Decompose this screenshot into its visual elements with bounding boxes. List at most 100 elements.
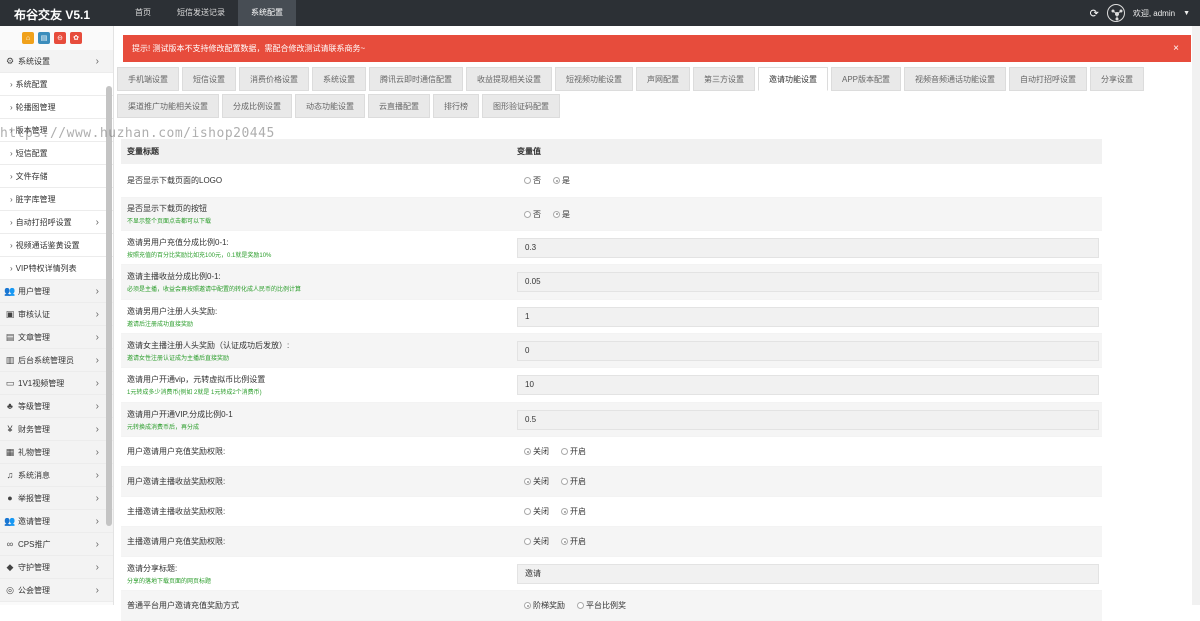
sidebar-item[interactable]: ▭ 1V1视频管理 ›: [0, 372, 113, 395]
radio-option[interactable]: 是: [553, 175, 570, 186]
tab[interactable]: 短信设置: [182, 67, 236, 91]
sidebar-item[interactable]: 系统配置: [0, 73, 113, 96]
nav-item[interactable]: 首页: [122, 0, 164, 26]
sidebar-item[interactable]: ▥ 后台系统管理员 ›: [0, 349, 113, 372]
value-input[interactable]: 0.3: [517, 237, 1099, 258]
nav-item[interactable]: 系统配置: [238, 0, 296, 26]
tab[interactable]: 云直播配置: [368, 94, 430, 118]
value-input[interactable]: 0.5: [517, 409, 1099, 430]
radio-option[interactable]: 阶梯奖励: [524, 600, 565, 611]
sidebar-item[interactable]: 文件存储: [0, 165, 113, 188]
page-scrollbar[interactable]: [1192, 26, 1200, 605]
radio-option[interactable]: 否: [524, 209, 541, 220]
tab[interactable]: 第三方设置: [693, 67, 755, 91]
radio-option[interactable]: 关闭: [524, 536, 549, 547]
brand-title[interactable]: 布谷交友 V5.1: [14, 6, 90, 23]
file-icon[interactable]: ▤: [38, 32, 50, 44]
refresh-icon[interactable]: ⟳: [1090, 7, 1099, 20]
tab[interactable]: 收益提现相关设置: [466, 67, 552, 91]
table-row: 邀请分享标题: 分享的落地下载页面的网页标题 邀请: [121, 557, 1102, 591]
tab[interactable]: 视频音频通话功能设置: [904, 67, 1007, 91]
radio-icon[interactable]: [524, 508, 531, 515]
tab[interactable]: 短视频功能设置: [555, 67, 633, 91]
radio-icon[interactable]: [524, 478, 531, 485]
tab[interactable]: 消费价格设置: [239, 67, 309, 91]
tab[interactable]: 图形验证码配置: [482, 94, 560, 118]
radio-label: 否: [533, 176, 541, 185]
sidebar-item[interactable]: 轮播图管理: [0, 96, 113, 119]
radio-icon[interactable]: [524, 177, 531, 184]
sidebar-item[interactable]: ♣ 等级管理 ›: [0, 395, 113, 418]
sidebar-item[interactable]: ▦ 礼物管理 ›: [0, 441, 113, 464]
radio-option[interactable]: 开启: [561, 506, 586, 517]
radio-option[interactable]: 开启: [561, 536, 586, 547]
radio-icon[interactable]: [561, 448, 568, 455]
shield-icon: ◆: [6, 562, 14, 572]
value-input[interactable]: 0.05: [517, 272, 1099, 292]
user-greeting[interactable]: 欢迎, admin: [1133, 8, 1175, 19]
tab[interactable]: 自动打招呼设置: [1009, 67, 1088, 91]
close-icon[interactable]: ×: [1173, 35, 1179, 62]
table-row: 邀请女主播注册人头奖励（认证成功后发放）: 邀请女性注册认证成为主播后直接奖励 0: [121, 334, 1102, 368]
sidebar-item[interactable]: 👥 用户管理 ›: [0, 280, 113, 303]
tab[interactable]: 分享设置: [1090, 67, 1145, 91]
minus-icon[interactable]: ⊖: [54, 32, 66, 44]
tab[interactable]: 手机端设置: [117, 67, 179, 91]
sidebar-item[interactable]: ⚙ 系统设置 ›: [0, 50, 113, 73]
radio-option[interactable]: 关闭: [524, 506, 549, 517]
flower-icon[interactable]: ✿: [70, 32, 82, 44]
sidebar-item[interactable]: 自动打招呼设置 ›: [0, 211, 113, 234]
sidebar-scrollbar[interactable]: [106, 86, 112, 526]
radio-icon[interactable]: [561, 478, 568, 485]
sidebar-item[interactable]: VIP特权详情列表: [0, 257, 113, 280]
radio-option[interactable]: 否: [524, 175, 541, 186]
radio-icon[interactable]: [561, 538, 568, 545]
tab[interactable]: 系统设置: [312, 67, 366, 91]
sidebar-item[interactable]: ∞ CPS推广 ›: [0, 533, 113, 556]
radio-icon[interactable]: [553, 210, 560, 218]
sidebar-item[interactable]: ¥ 财务管理 ›: [0, 418, 113, 441]
sidebar-item[interactable]: ● 举报管理 ›: [0, 487, 113, 510]
radio-icon[interactable]: [561, 508, 568, 515]
home-icon[interactable]: ⌂: [22, 32, 34, 44]
tab[interactable]: APP版本配置: [831, 67, 902, 91]
value-input[interactable]: 0: [517, 340, 1099, 361]
radio-option[interactable]: 是: [553, 209, 570, 220]
sidebar-item[interactable]: ◎ 公会管理 ›: [0, 579, 113, 602]
sidebar-item[interactable]: 👥 邀请管理 ›: [0, 510, 113, 533]
radio-option[interactable]: 开启: [561, 476, 586, 487]
sidebar-item[interactable]: 脏字库管理: [0, 188, 113, 211]
value-input[interactable]: 1: [517, 306, 1099, 327]
nav-item[interactable]: 短信发送记录: [164, 0, 238, 26]
caret-down-icon[interactable]: ▼: [1183, 10, 1190, 17]
row-title-cell: 邀请主播收益分成比例0-1: 必须是主播，收益会再按照邀请中配置的转化成人民币的比…: [121, 271, 511, 293]
sidebar-item-label: 邀请管理: [18, 517, 50, 526]
tab[interactable]: 声网配置: [636, 67, 690, 91]
value-input[interactable]: 邀请: [517, 563, 1099, 584]
tab[interactable]: 分成比例设置: [222, 94, 292, 118]
sidebar-item[interactable]: ▤ 文章管理 ›: [0, 326, 113, 349]
radio-icon[interactable]: [524, 538, 531, 545]
row-title-cell: 用户邀请主播收益奖励权限:: [121, 476, 511, 487]
sidebar-item[interactable]: 短信配置: [0, 142, 113, 165]
tab[interactable]: 动态功能设置: [295, 94, 365, 118]
tab[interactable]: 排行榜: [433, 94, 479, 118]
radio-icon[interactable]: [577, 602, 584, 609]
radio-icon[interactable]: [524, 210, 531, 218]
sidebar-item[interactable]: ▣ 审核认证 ›: [0, 303, 113, 326]
sidebar-item[interactable]: ◆ 守护管理 ›: [0, 556, 113, 579]
radio-option[interactable]: 关闭: [524, 476, 549, 487]
radio-icon[interactable]: [553, 177, 560, 184]
avatar[interactable]: [1106, 4, 1125, 22]
tab[interactable]: 腾讯云即时通信配置: [369, 67, 463, 91]
radio-icon[interactable]: [524, 602, 531, 609]
radio-icon[interactable]: [524, 448, 531, 455]
tab[interactable]: 邀请功能设置: [758, 67, 828, 91]
radio-option[interactable]: 平台比例奖: [577, 600, 626, 611]
sidebar-item[interactable]: ♫ 系统消息 ›: [0, 464, 113, 487]
radio-option[interactable]: 关闭: [524, 446, 549, 457]
value-input[interactable]: 10: [517, 375, 1099, 395]
sidebar-item[interactable]: 视频通话鉴黄设置: [0, 234, 113, 257]
radio-option[interactable]: 开启: [561, 446, 586, 457]
tab[interactable]: 渠道推广功能相关设置: [117, 94, 219, 118]
